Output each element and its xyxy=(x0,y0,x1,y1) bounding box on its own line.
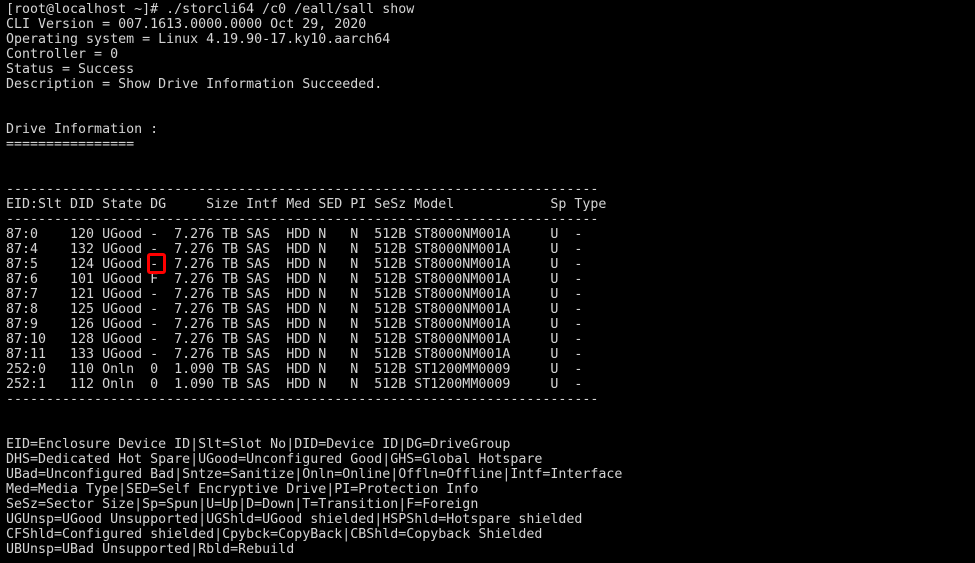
table-row: 87:9 126 UGood - 7.276 TB SAS HDD N N 51… xyxy=(6,317,583,332)
description-line: Description = Show Drive Information Suc… xyxy=(6,77,383,92)
legend-line: UBad=Unconfigured Bad|Sntze=Sanitize|Onl… xyxy=(6,467,623,482)
shell-prompt-line: [root@localhost ~]# ./storcli64 /c0 /eal… xyxy=(6,2,415,17)
legend-line: SeSz=Sector Size|Sp=Spun|U=Up|D=Down|T=T… xyxy=(6,497,479,512)
table-header-row: EID:Slt DID State DG Size Intf Med SED P… xyxy=(6,197,607,212)
drive-information-title: Drive Information : xyxy=(6,122,159,137)
legend-line: CFShld=Configured shielded|Cpybck=CopyBa… xyxy=(6,527,543,542)
legend-line: EID=Enclosure Device ID|Slt=Slot No|DID=… xyxy=(6,437,511,452)
table-row: 87:4 132 UGood - 7.276 TB SAS HDD N N 51… xyxy=(6,242,583,257)
table-row: 252:0 110 Onln 0 1.090 TB SAS HDD N N 51… xyxy=(6,362,583,377)
status-line: Status = Success xyxy=(6,62,135,77)
controller-line: Controller = 0 xyxy=(6,47,119,62)
operating-system-line: Operating system = Linux 4.19.90-17.ky10… xyxy=(6,32,391,47)
table-separator-top: ----------------------------------------… xyxy=(6,182,599,197)
table-separator-mid: ----------------------------------------… xyxy=(6,212,599,227)
legend-line: DHS=Dedicated Hot Spare|UGood=Unconfigur… xyxy=(6,452,543,467)
table-separator-bottom: ----------------------------------------… xyxy=(6,392,599,407)
table-row: 87:8 125 UGood - 7.276 TB SAS HDD N N 51… xyxy=(6,302,583,317)
table-row: 87:10 128 UGood - 7.276 TB SAS HDD N N 5… xyxy=(6,332,583,347)
legend-line: UBUnsp=UBad Unsupported|Rbld=Rebuild xyxy=(6,542,295,557)
table-row-highlighted: 87:6 101 UGood F 7.276 TB SAS HDD N N 51… xyxy=(6,272,583,287)
table-row: 87:5 124 UGood - 7.276 TB SAS HDD N N 51… xyxy=(6,257,583,272)
legend-line: UGUnsp=UGood Unsupported|UGShld=UGood sh… xyxy=(6,512,583,527)
table-row: 252:1 112 Onln 0 1.090 TB SAS HDD N N 51… xyxy=(6,377,583,392)
terminal-window[interactable]: [root@localhost ~]# ./storcli64 /c0 /eal… xyxy=(0,0,975,563)
table-row: 87:11 133 UGood - 7.276 TB SAS HDD N N 5… xyxy=(6,347,583,362)
table-row: 87:0 120 UGood - 7.276 TB SAS HDD N N 51… xyxy=(6,227,583,242)
table-row: 87:7 121 UGood - 7.276 TB SAS HDD N N 51… xyxy=(6,287,583,302)
cli-version-line: CLI Version = 007.1613.0000.0000 Oct 29,… xyxy=(6,17,367,32)
legend-line: Med=Media Type|SED=Self Encryptive Drive… xyxy=(6,482,479,497)
drive-information-underline: ================ xyxy=(6,137,135,152)
